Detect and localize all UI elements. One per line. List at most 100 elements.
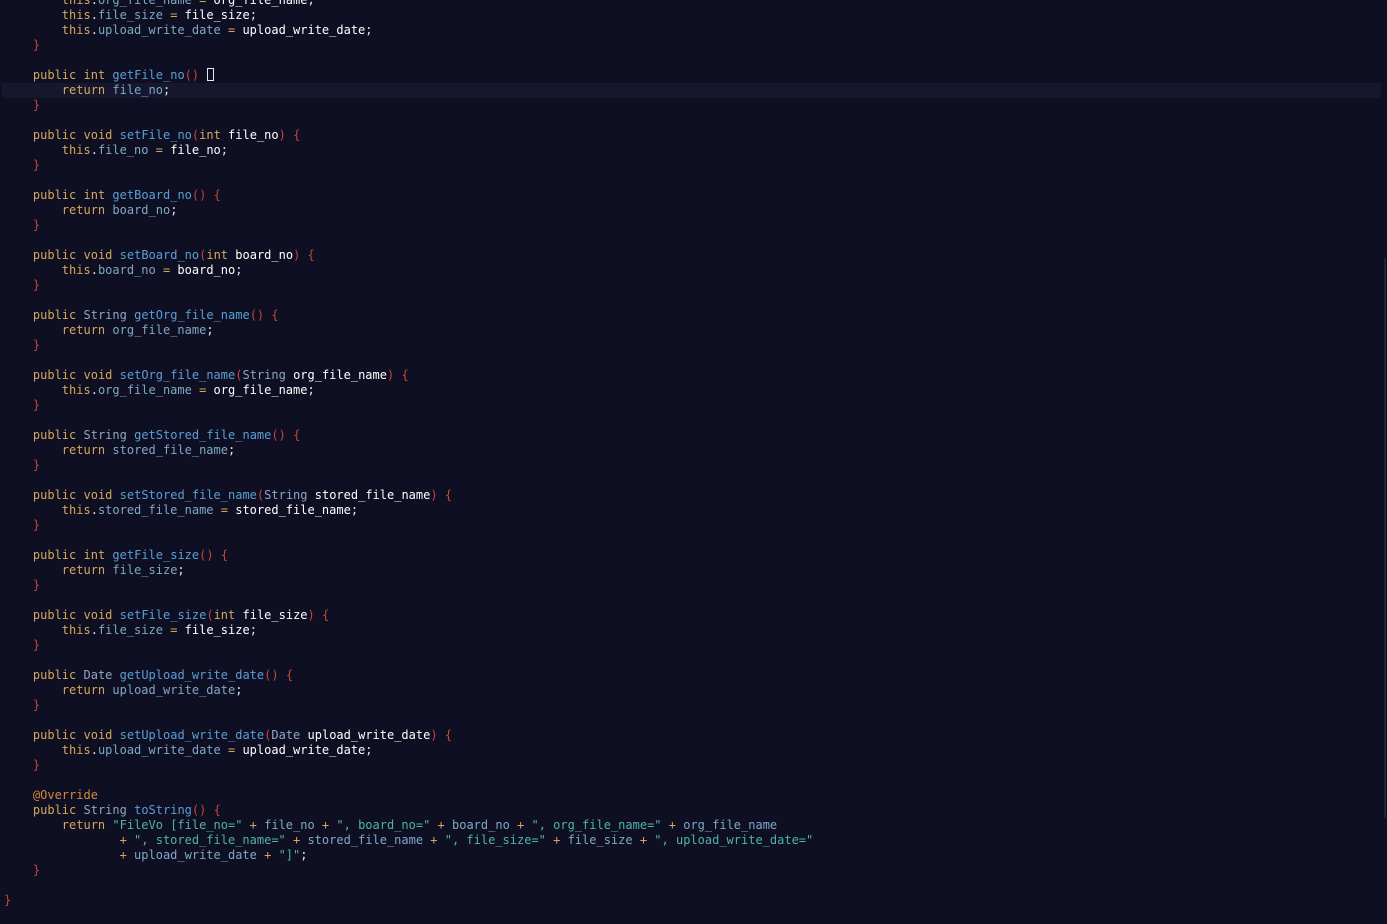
code-line[interactable]: this.board_no = board_no; — [2, 263, 1381, 278]
code-line[interactable]: public void setBoard_no(int board_no) { — [2, 248, 1381, 263]
code-line[interactable]: + ", stored_file_name=" + stored_file_na… — [2, 833, 1381, 848]
code-line[interactable]: } — [2, 278, 1381, 293]
code-line[interactable]: public void setFile_size(int file_size) … — [2, 608, 1381, 623]
code-line[interactable]: this.stored_file_name = stored_file_name… — [2, 503, 1381, 518]
code-line[interactable]: public int getFile_no() — [2, 68, 1381, 83]
code-line[interactable]: } — [2, 458, 1381, 473]
code-line[interactable]: } — [2, 218, 1381, 233]
code-line[interactable]: this.file_size = file_size; — [2, 8, 1381, 23]
code-line[interactable] — [2, 113, 1381, 128]
code-token: } — [32, 218, 41, 232]
code-line[interactable]: return file_no; — [2, 83, 1381, 98]
code-line[interactable] — [2, 173, 1381, 188]
code-token: public — [32, 368, 77, 382]
code-editor[interactable]: this.org_file_name = org_file_name; this… — [0, 0, 1387, 924]
code-line[interactable]: public String getStored_file_name() { — [2, 428, 1381, 443]
code-line[interactable]: } — [2, 98, 1381, 113]
code-line[interactable]: this.file_no = file_no; — [2, 143, 1381, 158]
code-token: file_no — [170, 143, 221, 157]
code-line[interactable] — [2, 713, 1381, 728]
code-token: public — [32, 188, 77, 202]
code-line[interactable]: } — [2, 398, 1381, 413]
code-line[interactable] — [2, 593, 1381, 608]
code-token: upload_write_date — [112, 683, 236, 697]
vertical-scrollbar[interactable] — [1381, 0, 1387, 924]
code-line[interactable]: return org_file_name; — [2, 323, 1381, 338]
code-line[interactable]: this.org_file_name = org_file_name; — [2, 0, 1381, 8]
code-line[interactable]: public Date getUpload_write_date() { — [2, 668, 1381, 683]
code-line[interactable] — [2, 353, 1381, 368]
code-line[interactable] — [2, 653, 1381, 668]
text-cursor — [207, 68, 215, 81]
code-token: } — [32, 338, 41, 352]
code-line[interactable]: } — [2, 578, 1381, 593]
code-line[interactable]: return "FileVo [file_no=" + file_no + ",… — [2, 818, 1381, 833]
code-line[interactable] — [2, 773, 1381, 788]
code-token: file_size — [97, 623, 163, 637]
code-line[interactable]: } — [2, 698, 1381, 713]
code-token: public — [32, 488, 77, 502]
code-token: { — [220, 548, 229, 562]
code-line[interactable] — [2, 233, 1381, 248]
code-line[interactable]: public void setFile_no(int file_no) { — [2, 128, 1381, 143]
code-line[interactable] — [2, 533, 1381, 548]
code-line[interactable]: return file_size; — [2, 563, 1381, 578]
code-token: = — [162, 623, 185, 637]
code-token: file_size — [242, 608, 308, 622]
code-token: ; — [365, 23, 373, 37]
code-line[interactable] — [2, 878, 1381, 893]
code-line[interactable]: public void setUpload_write_date(Date up… — [2, 728, 1381, 743]
code-line[interactable]: this.upload_write_date = upload_write_da… — [2, 743, 1381, 758]
code-token: public — [32, 68, 77, 82]
code-token: setStored_file_name — [119, 488, 257, 502]
code-line[interactable]: @Override — [2, 788, 1381, 803]
code-token: () — [191, 188, 207, 202]
code-line[interactable] — [2, 473, 1381, 488]
code-token: ; — [235, 263, 243, 277]
code-line[interactable]: this.upload_write_date = upload_write_da… — [2, 23, 1381, 38]
code-line[interactable]: public void setStored_file_name(String s… — [2, 488, 1381, 503]
code-token: { — [444, 728, 453, 742]
code-token: int — [83, 188, 106, 202]
code-token: board_no — [112, 203, 171, 217]
scrollbar-thumb[interactable] — [1384, 258, 1386, 818]
code-line[interactable]: } — [2, 38, 1381, 53]
code-line[interactable] — [2, 413, 1381, 428]
code-line[interactable]: } — [2, 338, 1381, 353]
code-line[interactable]: + upload_write_date + "]"; — [2, 848, 1381, 863]
code-token: board_no — [97, 263, 156, 277]
code-token: org_file_name — [293, 368, 387, 382]
code-area[interactable]: this.org_file_name = org_file_name; this… — [2, 0, 1381, 908]
code-token: file_no — [112, 83, 163, 97]
code-token: } — [32, 398, 41, 412]
code-line[interactable]: public int getFile_size() { — [2, 548, 1381, 563]
code-line[interactable]: public String toString() { — [2, 803, 1381, 818]
code-line[interactable]: } — [2, 758, 1381, 773]
code-token: this — [61, 503, 91, 517]
code-line[interactable]: return upload_write_date; — [2, 683, 1381, 698]
code-line[interactable]: } — [2, 518, 1381, 533]
code-line[interactable]: this.org_file_name = org_file_name; — [2, 383, 1381, 398]
code-line[interactable]: } — [2, 893, 1381, 908]
code-line[interactable]: this.file_size = file_size; — [2, 623, 1381, 638]
code-line[interactable]: public void setOrg_file_name(String org_… — [2, 368, 1381, 383]
code-line[interactable]: public int getBoard_no() { — [2, 188, 1381, 203]
code-line[interactable]: return stored_file_name; — [2, 443, 1381, 458]
code-line[interactable] — [2, 293, 1381, 308]
code-line[interactable]: } — [2, 863, 1381, 878]
code-line[interactable]: public String getOrg_file_name() { — [2, 308, 1381, 323]
code-line[interactable] — [2, 53, 1381, 68]
code-line[interactable]: return board_no; — [2, 203, 1381, 218]
code-line[interactable]: } — [2, 158, 1381, 173]
code-line[interactable]: } — [2, 638, 1381, 653]
